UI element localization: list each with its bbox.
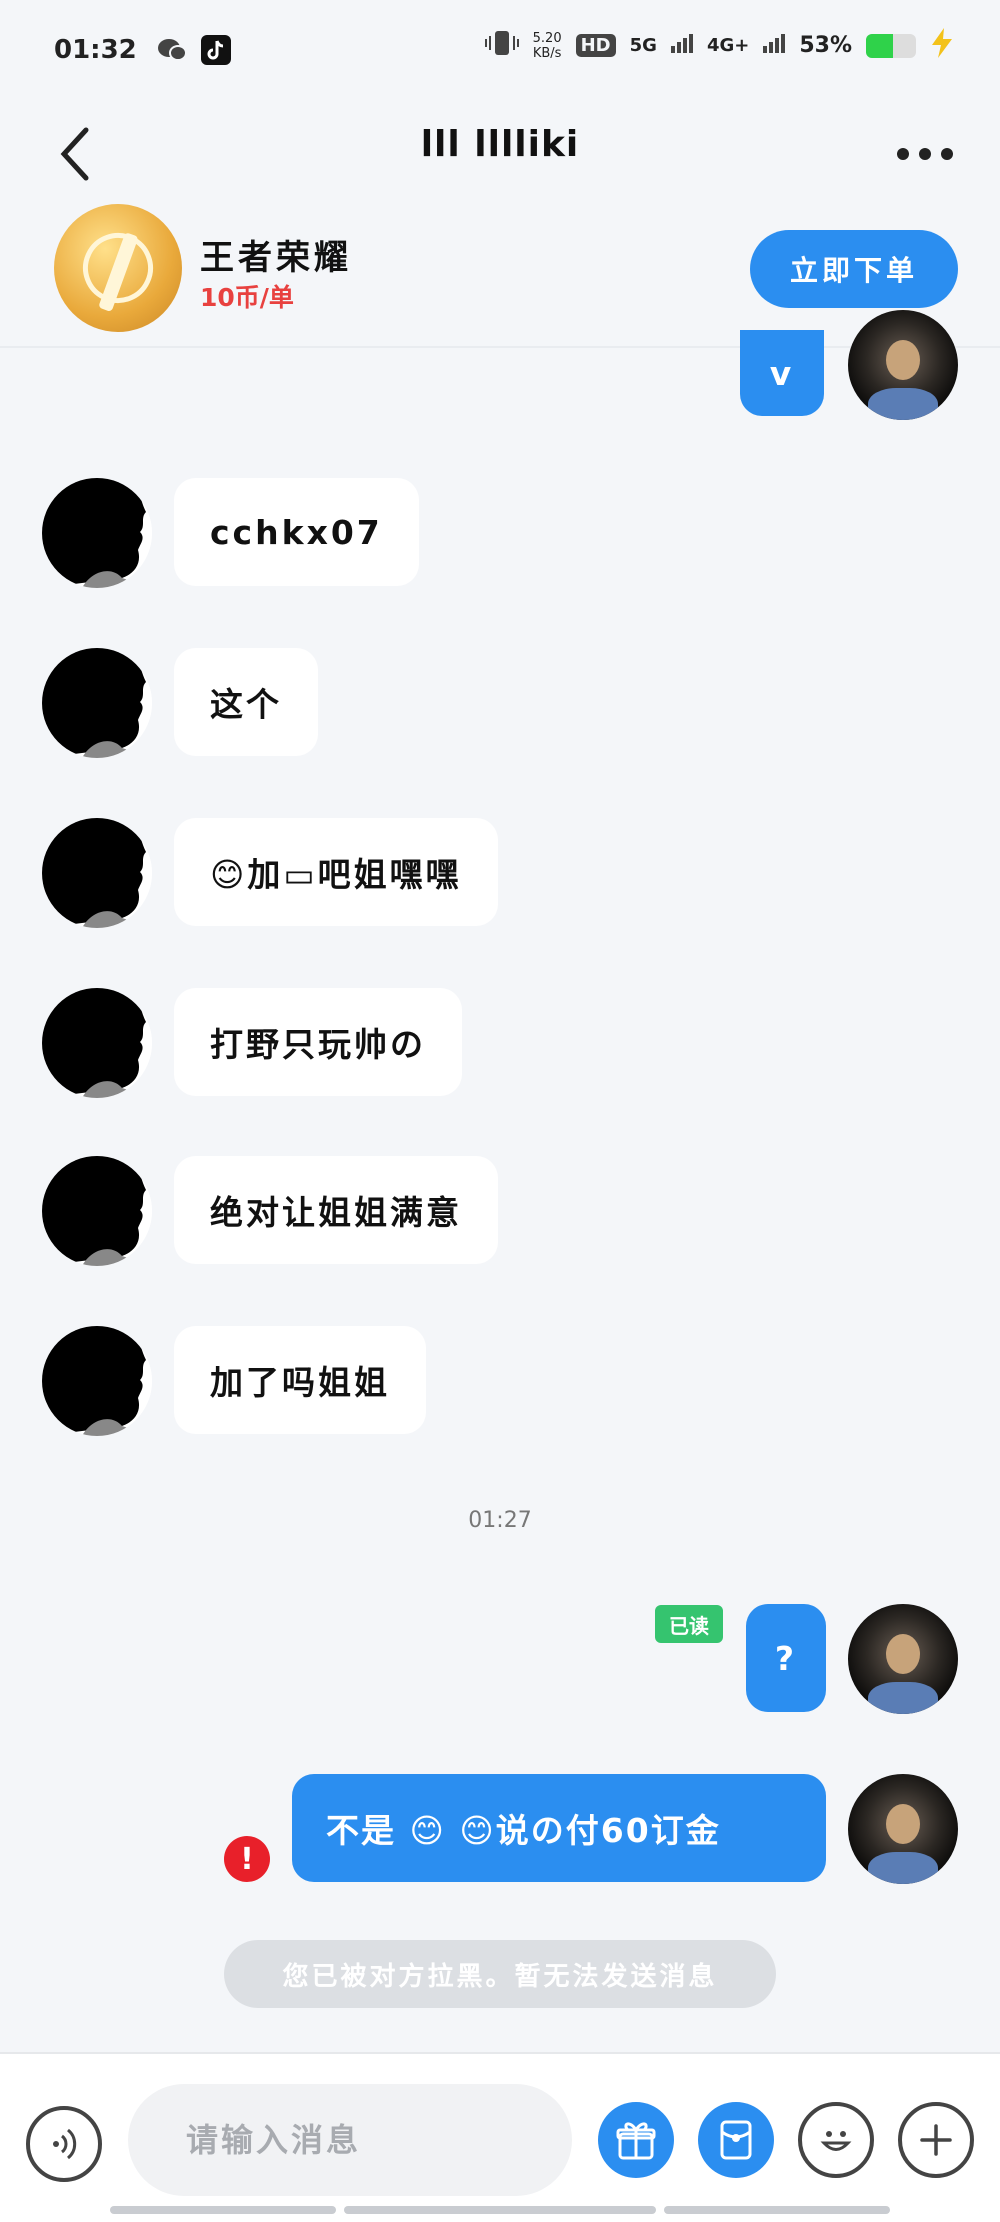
contact-avatar[interactable] — [42, 988, 152, 1098]
self-avatar[interactable] — [848, 1774, 958, 1884]
emoji-icon — [820, 2131, 852, 2151]
gesture-bar-segment — [344, 2206, 656, 2214]
contact-avatar[interactable] — [42, 1326, 152, 1436]
message-bubble-in[interactable]: 这个 — [174, 648, 318, 756]
contact-avatar[interactable] — [42, 818, 152, 928]
more-dot — [919, 148, 931, 160]
contact-avatar[interactable] — [42, 478, 152, 588]
vibrate-icon — [484, 28, 519, 63]
read-badge: 已读 — [655, 1605, 723, 1643]
message-bubble-out[interactable]: 不是 😊 😊说の付60订金 — [292, 1774, 826, 1882]
charging-icon — [930, 28, 954, 63]
status-bar: 01:32 5.20 KB/s HD 5G 4G+ 53% — [0, 0, 1000, 100]
game-price: 10币/单 — [200, 283, 294, 312]
tiktok-icon — [200, 35, 231, 65]
game-name: 王者荣耀 — [200, 238, 352, 278]
order-now-button[interactable]: 立即下单 — [750, 230, 958, 308]
more-dot — [941, 148, 953, 160]
status-time: 01:32 — [54, 35, 137, 65]
signal-icon-2 — [763, 33, 786, 58]
message-bubble-in[interactable]: 😊加▭吧姐嘿嘿 — [174, 818, 498, 926]
gift-button[interactable] — [598, 2102, 674, 2178]
page-title: lll lllliki — [420, 124, 580, 165]
contact-avatar[interactable] — [42, 1156, 152, 1266]
voice-icon — [53, 2128, 77, 2160]
self-avatar[interactable] — [848, 310, 958, 420]
status-right-group: 5.20 KB/s HD 5G 4G+ 53% — [484, 28, 954, 63]
voice-button[interactable] — [26, 2106, 102, 2182]
red-packet-button[interactable] — [698, 2102, 774, 2178]
send-failed-icon[interactable]: ! — [224, 1836, 270, 1882]
wechat-icon — [157, 37, 187, 63]
message-input-bar — [0, 2052, 1000, 2222]
net-speed-value: 5.20 — [532, 30, 562, 46]
gesture-bar-segment — [664, 2206, 890, 2214]
contact-avatar[interactable] — [42, 648, 152, 758]
red-packet-icon — [720, 2120, 752, 2160]
message-input[interactable] — [128, 2084, 572, 2196]
message-bubble-out[interactable]: v — [740, 330, 824, 416]
game-service-header: 王者荣耀 10币/单 立即下单 — [0, 200, 1000, 348]
more-dots-icon — [897, 148, 909, 160]
game-logo[interactable] — [54, 204, 182, 332]
blocked-notice: 您已被对方拉黑。暂无法发送消息 — [224, 1940, 776, 2008]
battery-icon — [866, 33, 916, 58]
hd-badge: HD — [575, 34, 616, 57]
net-speed: 5.20 KB/s — [533, 31, 562, 61]
message-bubble-out[interactable]: ? — [746, 1604, 826, 1712]
message-bubble-in[interactable]: 打野只玩帅の — [174, 988, 462, 1096]
message-bubble-in[interactable]: 加了吗姐姐 — [174, 1326, 426, 1434]
network-4g: 4G+ — [706, 35, 750, 56]
gift-icon — [616, 2122, 656, 2160]
plus-icon — [920, 2124, 952, 2156]
message-bubble-in[interactable]: 绝对让姐姐满意 — [174, 1156, 498, 1264]
chat-timestamp: 01:27 — [468, 1508, 532, 1533]
net-speed-unit: KB/s — [532, 45, 562, 61]
nav-bar: lll lllliki — [0, 100, 1000, 210]
plus-button[interactable] — [898, 2102, 974, 2178]
battery-percent: 53% — [799, 33, 852, 58]
signal-icon — [670, 33, 693, 58]
self-avatar[interactable] — [848, 1604, 958, 1714]
emoji-button[interactable] — [798, 2102, 874, 2178]
gesture-bar-segment — [110, 2206, 336, 2214]
message-bubble-in[interactable]: cchkx07 — [174, 478, 419, 586]
network-5g: 5G — [629, 35, 657, 56]
more-button[interactable] — [890, 134, 960, 174]
